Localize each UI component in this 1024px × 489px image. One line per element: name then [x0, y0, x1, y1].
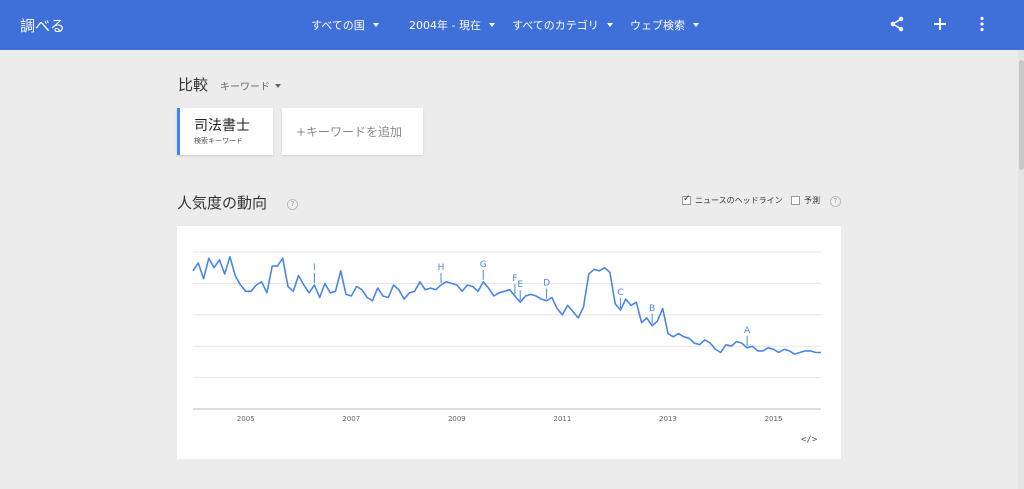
chart-x-tick-label: 2005	[237, 415, 255, 423]
search-term-card[interactable]: 司法書士 検索キーワード	[177, 108, 273, 155]
top-app-bar: 調べる すべての国 2004年 - 現在 すべてのカテゴリ ウェブ検索	[0, 0, 1024, 50]
chart-x-tick-label: 2013	[659, 415, 677, 423]
forecast-toggle[interactable]: 予測	[791, 195, 820, 206]
chart-annotation-label: G	[480, 260, 487, 270]
chart-annotation-label: E	[517, 280, 523, 290]
help-icon[interactable]: ?	[830, 196, 841, 207]
filter-search-type-label: ウェブ検索	[630, 19, 685, 32]
share-icon[interactable]	[886, 13, 908, 35]
chart-annotation-label: I	[313, 263, 316, 273]
chart-annotation-label: H	[438, 263, 445, 273]
chevron-down-icon	[372, 23, 379, 27]
chart-x-tick-label: 2009	[448, 415, 466, 423]
chart-x-tick-label: 2015	[765, 415, 783, 423]
chart-annotation-label: D	[543, 279, 550, 289]
chart-series-line	[192, 255, 821, 355]
embed-code-icon[interactable]: </>	[801, 435, 817, 445]
add-term-card[interactable]: +キーワードを追加	[282, 108, 423, 155]
filter-search-type[interactable]: ウェブ検索	[630, 17, 699, 33]
forecast-label: 予測	[804, 196, 820, 205]
app-title[interactable]: 調べる	[20, 15, 65, 36]
page-scrollbar-thumb[interactable]	[1019, 60, 1024, 170]
compare-type-dropdown[interactable]: キーワード	[220, 78, 282, 93]
interest-over-time-title: 人気度の動向	[177, 194, 268, 212]
chart-x-tick-label: 2007	[342, 415, 360, 423]
add-icon[interactable]	[929, 13, 951, 35]
filter-category[interactable]: すべてのカテゴリ	[512, 17, 613, 33]
filter-country-label: すべての国	[311, 19, 365, 32]
help-icon[interactable]: ?	[287, 199, 298, 210]
search-term-name[interactable]: 司法書士	[194, 115, 273, 135]
interest-line-chart[interactable]: 2005 2007 2009 2011 2013 2015I H GFE DCBA	[177, 226, 841, 459]
compare-title: 比較	[178, 76, 209, 94]
more-vert-icon[interactable]	[971, 13, 993, 35]
news-headlines-label: ニュースのヘッドライン	[695, 196, 783, 205]
add-term-label: +キーワードを追加	[296, 125, 403, 139]
news-headlines-toggle[interactable]: ニュースのヘッドライン	[682, 194, 783, 206]
filter-time-range-label: 2004年 - 現在	[409, 19, 481, 32]
filter-category-label: すべてのカテゴリ	[512, 19, 599, 32]
chevron-down-icon	[275, 83, 282, 88]
chart-annotation-label: C	[617, 288, 623, 298]
chart-annotation-label: A	[744, 326, 751, 336]
chart-x-tick-label: 2011	[553, 415, 571, 423]
compare-header: 比較 キーワード	[178, 74, 282, 95]
interest-chart-card: 2005 2007 2009 2011 2013 2015 I H G F E D C B A	[177, 226, 841, 459]
chevron-down-icon	[693, 23, 699, 27]
chevron-down-icon	[606, 23, 613, 27]
filter-time-range[interactable]: 2004年 - 現在	[409, 17, 495, 33]
news-headlines-checkbox[interactable]	[682, 194, 691, 205]
search-term-subtitle: 検索キーワード	[194, 137, 243, 145]
chevron-down-icon	[488, 23, 495, 27]
compare-type-label: キーワード	[220, 82, 271, 93]
filter-country[interactable]: すべての国	[311, 17, 379, 33]
forecast-checkbox[interactable]	[791, 196, 800, 205]
chart-annotation-label: B	[649, 304, 655, 314]
